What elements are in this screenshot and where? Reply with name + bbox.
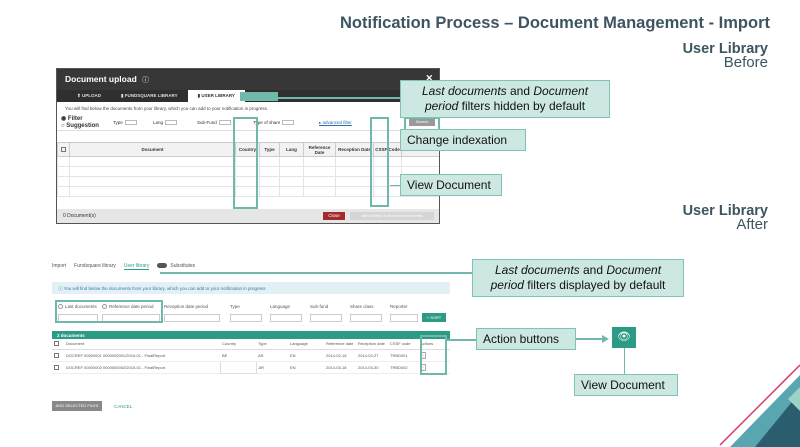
slide-title: Notification Process – Document Manageme… xyxy=(340,14,770,32)
reception-date-input[interactable] xyxy=(164,314,220,322)
filter-radio[interactable]: ◉ Filter xyxy=(61,115,83,122)
column-header: Type xyxy=(256,339,288,350)
info-banner: ⓘ You will find below the documents from… xyxy=(52,282,450,294)
reception-date-label: Reception date period xyxy=(164,304,209,309)
cancel-button[interactable]: CANCEL xyxy=(114,404,132,409)
table-row: DOCREF 00000001 0000000001/2015-01 - Fin… xyxy=(52,349,450,362)
share-class-select[interactable] xyxy=(350,314,382,322)
column-header: CSSF code xyxy=(388,339,418,350)
table-row: DOCREF 00000002 0000000002/2015-01 - Fin… xyxy=(52,360,450,374)
substitutes-toggle[interactable]: Substitutes xyxy=(157,263,203,270)
connector-line xyxy=(624,348,625,374)
tab-fundsquare-library[interactable]: Fundsquare library xyxy=(74,263,116,270)
cell-reception-date: 2014-02-27 xyxy=(356,349,388,362)
row-checkbox[interactable] xyxy=(52,361,64,374)
cell-country[interactable] xyxy=(219,360,257,374)
change-indexation-callout: Change indexation xyxy=(400,129,526,151)
after-user-library-window: Import Fundsquare library User library S… xyxy=(44,257,456,417)
cell-country: BE xyxy=(220,349,256,362)
type-select[interactable] xyxy=(230,314,262,322)
cell-cssf-code: TRBD002 xyxy=(388,361,418,374)
before-section-subtitle: Before xyxy=(723,54,768,71)
cssf-code-column-highlight xyxy=(370,117,389,207)
after-section-subtitle: After xyxy=(736,216,768,233)
view-document-callout-after: View Document xyxy=(574,374,678,396)
cell-reference-date: 2014-02-18 xyxy=(324,349,356,362)
grid-count-header: 2 documents xyxy=(52,331,450,339)
tab-bar: Import Fundsquare library User library S… xyxy=(52,263,211,270)
column-header: Document xyxy=(64,339,220,350)
filters-displayed-highlight xyxy=(55,300,163,323)
connector-line xyxy=(576,338,602,340)
tab-user-library[interactable]: User library xyxy=(123,263,150,270)
document-count: 0 Document(s) xyxy=(63,213,96,219)
subfund-filter[interactable]: Sub-Fund xyxy=(197,120,231,126)
corner-decoration xyxy=(719,364,800,447)
column-header: Type xyxy=(259,142,280,157)
select-all-checkbox[interactable] xyxy=(57,142,70,157)
reporter-select[interactable] xyxy=(390,314,418,322)
window-footer: 0 Document(s) Close Add 0 file(s) to the… xyxy=(57,209,439,223)
eye-icon: 👁 xyxy=(612,327,636,348)
cell-reception-date: 2014-03-30 xyxy=(356,361,388,374)
filters-hidden-callout: Last documents and Document period filte… xyxy=(400,80,610,118)
connector-line xyxy=(278,97,400,99)
actions-column-highlight xyxy=(420,335,447,375)
hidden-filters-highlight xyxy=(240,92,278,101)
share-type-filter[interactable]: Type of share xyxy=(253,120,295,126)
connector-line xyxy=(160,272,472,274)
filters-displayed-callout: Last documents and Document period filte… xyxy=(472,259,684,297)
info-text: You will find below the documents from y… xyxy=(65,106,269,111)
column-header: Reception date xyxy=(356,339,388,350)
column-header: Reception Date xyxy=(335,142,374,157)
cell-language: EN xyxy=(288,361,324,374)
tab-import[interactable]: Import xyxy=(52,263,66,270)
share-class-label: Share class xyxy=(350,304,374,309)
advanced-filter-link[interactable]: ▸ advanced filter xyxy=(319,120,352,126)
type-filter[interactable]: Type xyxy=(113,120,137,126)
cell-type: AR xyxy=(256,361,288,374)
action-buttons-callout: Action buttons xyxy=(476,328,576,350)
lang-filter[interactable]: Lang xyxy=(153,120,178,126)
subfund-select[interactable] xyxy=(310,314,342,322)
tab-upload[interactable]: ⬆ UPLOAD xyxy=(67,90,111,102)
info-icon[interactable]: ⓘ xyxy=(142,77,149,84)
type-label: Type xyxy=(230,304,240,309)
close-button[interactable]: Close xyxy=(323,212,345,220)
connector-line xyxy=(390,185,400,186)
add-selected-files-button[interactable]: ADD SELECTED FILES xyxy=(52,401,102,411)
language-label: Language xyxy=(270,304,291,309)
suggestion-radio[interactable]: ○ Suggestion xyxy=(61,123,99,129)
tab-fundsquare-library[interactable]: ▮ FUNDSQUARE LIBRARY xyxy=(111,90,188,102)
cell-reference-date: 2014-03-18 xyxy=(324,361,356,374)
cell-language: EN xyxy=(288,349,324,362)
reporter-label: Reporter xyxy=(390,304,408,309)
country-column-highlight xyxy=(233,117,258,209)
documents-table: Document Country Type Language Reference… xyxy=(52,339,450,374)
window-titlebar: Document upload ⓘ ✕ xyxy=(57,69,439,90)
column-header: Country xyxy=(220,339,256,350)
column-header: Language xyxy=(288,339,324,350)
window-title: Document upload xyxy=(65,74,137,84)
column-header: Reference date xyxy=(324,339,356,350)
cell-document: DOCREF 00000002 0000000002/2015-01 - Fin… xyxy=(64,361,220,374)
row-checkbox[interactable] xyxy=(52,349,64,362)
cell-type: AR xyxy=(256,349,288,362)
subfund-label: Sub-fund xyxy=(310,304,329,309)
connector-line xyxy=(447,339,476,341)
view-document-callout-before: View Document xyxy=(400,174,502,196)
select-all-checkbox[interactable] xyxy=(52,339,64,350)
cell-cssf-code: TRBD001 xyxy=(388,349,418,362)
column-header: Reference Date xyxy=(303,142,336,157)
add-to-process-button[interactable]: Add 0 file(s) to the current process xyxy=(350,212,434,220)
language-select[interactable] xyxy=(270,314,302,322)
sort-button[interactable]: + SORT xyxy=(422,313,446,322)
cell-document: DOCREF 00000001 0000000001/2015-01 - Fin… xyxy=(64,349,220,362)
table-header: Document Country Type Language Reference… xyxy=(52,339,450,350)
arrow-right-icon xyxy=(602,335,609,343)
tab-user-library[interactable]: ▮ USER LIBRARY xyxy=(187,90,245,102)
column-header: Lang xyxy=(279,142,304,157)
column-header: Document xyxy=(69,142,236,157)
